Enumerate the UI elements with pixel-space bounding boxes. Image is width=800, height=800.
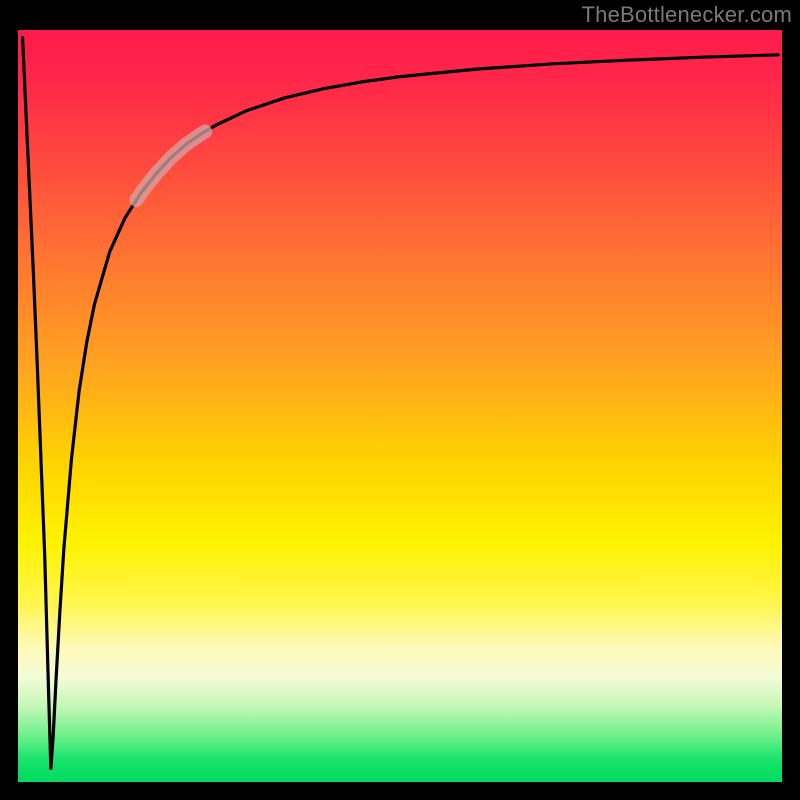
stage: TheBottlenecker.com	[0, 0, 800, 800]
plot-svg	[18, 30, 782, 782]
attribution-text: TheBottlenecker.com	[582, 2, 792, 28]
highlight-segment	[136, 132, 205, 200]
plot-area	[18, 30, 782, 782]
curve-group	[23, 38, 779, 769]
bottleneck-curve	[23, 38, 779, 769]
